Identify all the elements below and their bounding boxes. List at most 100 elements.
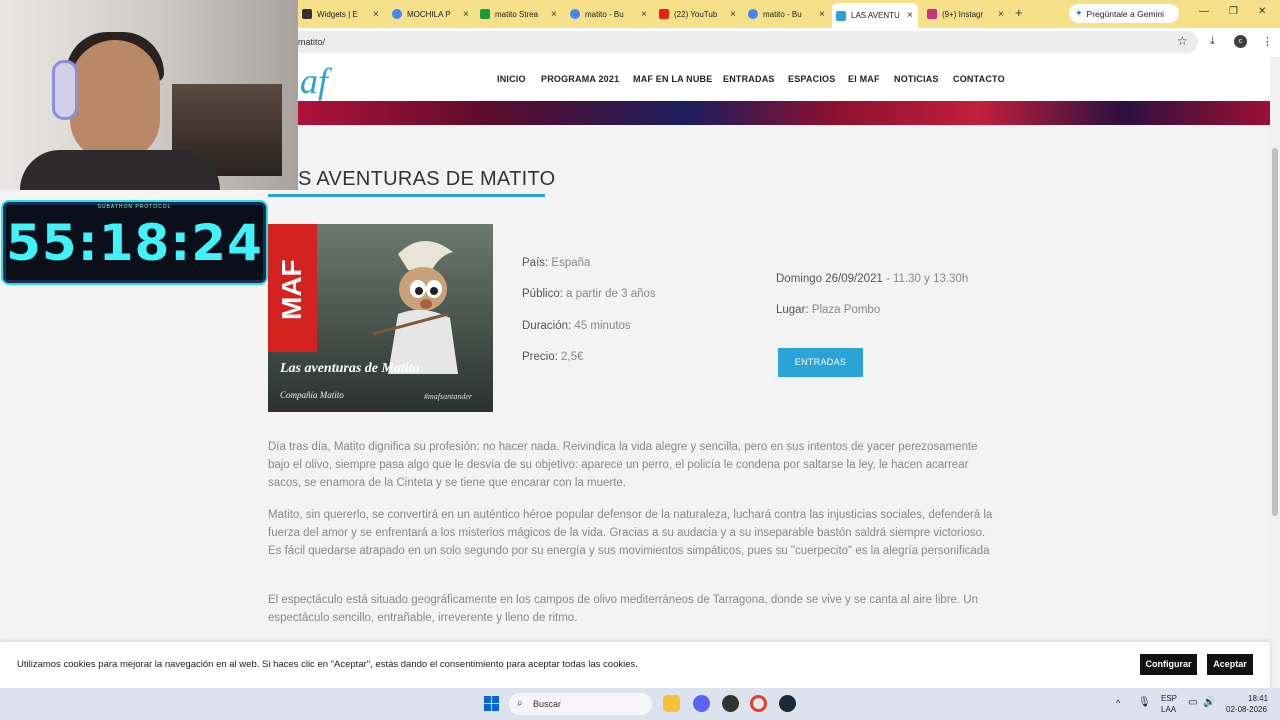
minimize-icon[interactable]: — [1199, 6, 1209, 17]
restore-icon[interactable]: ❐ [1229, 6, 1238, 17]
nav-item-contacto[interactable]: CONTACTO [953, 74, 1005, 84]
close-tab-icon[interactable]: × [641, 9, 647, 20]
clock-date[interactable]: 02-08-2026 [1226, 705, 1267, 714]
description-paragraph: Matito, sin quererlo, se convertirá en u… [268, 509, 993, 557]
menu-kebab-icon[interactable]: ⋮ [1262, 35, 1273, 48]
close-tab-icon[interactable]: × [373, 9, 379, 20]
close-tab-icon[interactable]: × [819, 9, 825, 20]
clock-time[interactable]: 18:41 [1248, 694, 1268, 703]
description-paragraph: El espectáculo está situado geográficame… [268, 594, 979, 624]
discord-icon[interactable] [693, 695, 710, 712]
new-tab-icon[interactable]: + [1015, 5, 1023, 20]
detail-label: Duración: [522, 320, 572, 332]
detail-label: Precio: [522, 351, 558, 363]
entradas-button[interactable]: ENTRADAS [778, 348, 863, 377]
description-paragraph: Día tras día, Matito dignifica su profes… [268, 441, 978, 489]
detail-value: España [551, 257, 591, 269]
poster-brand: MAF [276, 259, 307, 320]
detail-value: - 11.30 y 13.30h [885, 273, 969, 285]
google-icon [748, 9, 758, 19]
poster-title: Las aventuras de Matito [280, 361, 420, 376]
address-bar[interactable]: matito/ [290, 31, 1198, 53]
streamer-body [20, 150, 220, 190]
timer-value: 55:18:24 [6, 214, 263, 272]
taskbar-search[interactable]: ⌕ Buscar [509, 693, 652, 715]
download-icon[interactable]: ⤓ [1210, 35, 1215, 48]
bookmark-star-icon[interactable]: ☆ [1177, 34, 1188, 48]
close-tab-icon[interactable]: × [730, 9, 736, 20]
tray-chevron-icon[interactable]: ^ [1116, 698, 1120, 708]
tab-title: matito - Bu [763, 9, 802, 19]
tab-title: matito - Bu [585, 9, 624, 19]
detail-value: Plaza Pombo [811, 304, 881, 316]
detail-label: Público: [522, 288, 563, 300]
instagram-icon [927, 9, 937, 19]
tab-title: matito Strea [495, 9, 539, 19]
gemini-button[interactable]: ✦ Pregúntale a Gemini [1069, 4, 1179, 23]
app-icon[interactable] [722, 695, 739, 712]
nav-item-entradas[interactable]: ENTRADAS [723, 74, 775, 84]
aceptar-button[interactable]: Aceptar [1207, 654, 1253, 675]
nav-item-nube[interactable]: MAF EN LA NUBE [633, 74, 712, 84]
browser-tab[interactable]: (22) YouTub × [655, 4, 736, 24]
puppet-illustration [372, 240, 458, 374]
chrome-icon[interactable] [750, 695, 767, 712]
nav-item-noticias[interactable]: NOTICIAS [894, 74, 939, 84]
browser-tab[interactable]: Widgets | E × [298, 4, 379, 24]
tab-title: LAS AVENTU [851, 11, 900, 20]
nav-item-programa[interactable]: PROGRAMA 2021 [541, 74, 619, 84]
browser-tab[interactable]: MOCHILA P × [388, 4, 469, 24]
detail-value: 45 minutos [574, 320, 631, 332]
maf-favicon-icon [836, 10, 846, 21]
detail-duracion: Duración: 45 minutos [522, 320, 631, 332]
show-poster: MAF Las aventuras de Matito Compañía Mat… [268, 224, 493, 412]
detail-precio: Precio: 2,5€ [522, 351, 583, 363]
nav-item-el-maf[interactable]: El MAF [848, 74, 880, 84]
detail-lugar: Lugar: Plaza Pombo [776, 304, 880, 316]
close-tab-icon[interactable]: × [463, 9, 469, 20]
detail-label: Domingo 26/09/2021 [776, 273, 883, 285]
close-tab-icon[interactable]: × [907, 10, 913, 21]
browser-tab[interactable]: matito - Bu × [744, 4, 825, 24]
detail-label: País: [522, 257, 549, 269]
url-text: matito/ [298, 37, 326, 47]
detail-value: a partir de 3 años [566, 288, 656, 300]
detail-pais: País: España [522, 257, 590, 269]
tab-favicon-icon [302, 9, 312, 19]
network-icon[interactable]: ▭ [1188, 697, 1197, 708]
browser-tab[interactable]: (9+) Instagr × [923, 4, 1004, 24]
windows-start-icon[interactable] [484, 696, 499, 711]
microphone-icon[interactable]: 🎙 [1138, 697, 1151, 708]
nav-item-inicio[interactable]: INICIO [497, 74, 526, 84]
scrollbar-thumb[interactable] [1272, 148, 1278, 516]
cookie-message: Utilizamos cookies para mejorar la naveg… [17, 659, 638, 670]
poster-hashtag: #mafsantander [424, 392, 472, 401]
file-explorer-icon[interactable] [663, 695, 680, 712]
google-icon [570, 9, 580, 19]
close-window-icon[interactable]: ✕ [1258, 6, 1266, 17]
configurar-button[interactable]: Configurar [1140, 654, 1197, 675]
browser-tab[interactable]: matito Strea × [476, 4, 557, 24]
browser-tab[interactable]: matito - Bu × [566, 4, 647, 24]
headset-icon [52, 60, 78, 120]
webcam-overlay [0, 0, 298, 190]
detail-value: 2,5€ [561, 351, 584, 363]
volume-icon[interactable]: 🔊 [1203, 697, 1215, 708]
timer-label: SUBATHON PROTOCOL [97, 204, 172, 210]
steam-icon[interactable] [779, 695, 796, 712]
search-placeholder: Buscar [533, 699, 562, 709]
poster-company: Compañía Matito [280, 390, 344, 400]
profile-avatar[interactable]: c [1234, 35, 1247, 48]
site-logo[interactable]: af [300, 63, 328, 99]
tab-title: Widgets | E [317, 9, 358, 19]
nav-item-espacios[interactable]: ESPACIOS [788, 74, 835, 84]
gemini-label: Pregúntale a Gemini [1086, 8, 1165, 19]
close-tab-icon[interactable]: × [998, 9, 1004, 20]
page-title: S AVENTURAS DE MATITO [298, 168, 556, 190]
sparkle-icon: ✦ [1075, 8, 1083, 18]
language-top[interactable]: ESP [1161, 694, 1177, 703]
close-tab-icon[interactable]: × [551, 9, 557, 20]
browser-tab-active[interactable]: LAS AVENTU × [832, 3, 918, 28]
language-bottom[interactable]: LAA [1161, 705, 1176, 714]
hero-banner [298, 101, 1270, 125]
